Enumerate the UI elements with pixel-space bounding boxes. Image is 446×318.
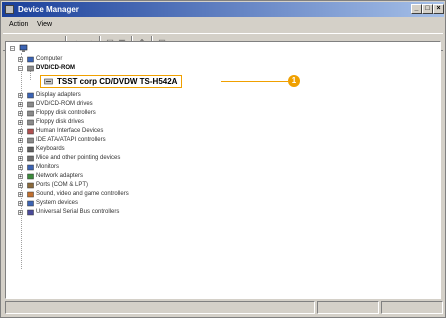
menu-view[interactable]: View xyxy=(37,21,52,28)
computer-root-icon xyxy=(19,44,28,52)
close-button[interactable]: × xyxy=(433,4,444,14)
expand-toggle[interactable]: + xyxy=(18,174,23,180)
sound-icon xyxy=(27,191,34,198)
callout-line xyxy=(221,81,288,82)
expand-toggle[interactable]: + xyxy=(18,183,23,189)
tree-item-label: System devices xyxy=(36,200,79,206)
collapse-toggle[interactable]: − xyxy=(18,66,23,72)
menu-action[interactable]: Action xyxy=(9,21,28,28)
expand-toggle[interactable]: + xyxy=(18,201,23,207)
tree-item-label: IDE ATA/ATAPI controllers xyxy=(36,137,106,143)
floppy-drive-icon xyxy=(27,119,34,126)
tree-connector xyxy=(30,71,31,80)
floppy-controller-icon xyxy=(27,110,34,117)
mouse-icon xyxy=(27,155,34,162)
highlighted-device[interactable]: TSST corp CD/DVDW TS-H542A xyxy=(40,75,183,88)
maximize-button[interactable]: □ xyxy=(422,4,433,14)
expand-toggle[interactable]: + xyxy=(18,210,23,216)
title-bar: Device Manager _ □ × xyxy=(2,2,444,17)
collapse-toggle[interactable]: − xyxy=(10,46,15,52)
ide-controller-icon xyxy=(27,137,34,144)
dvd-drive-icon xyxy=(27,101,34,108)
expand-toggle[interactable]: + xyxy=(18,156,23,162)
tree-item-label: Display adapters xyxy=(36,92,81,98)
tree-item-label: Computer xyxy=(36,56,63,62)
callout-badge: 1 xyxy=(288,75,300,87)
status-bar xyxy=(3,301,443,315)
status-panel-3 xyxy=(381,301,443,314)
tree-item-label: Monitors xyxy=(36,164,60,170)
status-panel-2 xyxy=(317,301,379,314)
expand-toggle[interactable]: + xyxy=(18,147,23,153)
tree-item-label: Human Interface Devices xyxy=(36,128,104,134)
keyboard-icon xyxy=(27,146,34,153)
device-name: TSST corp CD/DVDW TS-H542A xyxy=(57,77,178,86)
device-tree[interactable]: − + Computer − DVD/CD-ROM + Display adapters +… xyxy=(5,41,441,299)
display-adapter-icon xyxy=(27,92,34,99)
tree-item-label: Ports (COM & LPT) xyxy=(36,182,89,188)
window-title: Device Manager xyxy=(18,5,79,14)
port-icon xyxy=(27,182,34,189)
hid-icon xyxy=(27,128,34,135)
expand-toggle[interactable]: + xyxy=(18,102,23,108)
tree-item-label: Network adapters xyxy=(36,173,84,179)
expand-toggle[interactable]: + xyxy=(18,129,23,135)
device-manager-window: Device Manager _ □ × Action View ⇦ ⇨ ▤ ▦… xyxy=(0,0,446,318)
monitor-icon xyxy=(27,164,34,171)
tree-item-label: Universal Serial Bus controllers xyxy=(36,209,120,215)
minimize-button[interactable]: _ xyxy=(411,4,422,14)
tree-item-label: Sound, video and game controllers xyxy=(36,191,129,197)
computer-icon xyxy=(27,56,34,63)
expand-toggle[interactable]: + xyxy=(18,111,23,117)
tree-item-label: Mice and other pointing devices xyxy=(36,155,121,161)
device-manager-app-icon xyxy=(5,5,14,14)
expand-toggle[interactable]: + xyxy=(18,192,23,198)
tree-item-label: Keyboards xyxy=(36,146,65,152)
network-adapter-icon xyxy=(27,173,34,180)
dvd-drive-icon xyxy=(27,65,34,72)
tree-item-label: DVD/CD-ROM drives xyxy=(36,101,93,107)
expand-toggle[interactable]: + xyxy=(18,138,23,144)
menu-bar: Action View xyxy=(3,19,443,33)
status-panel-main xyxy=(5,301,315,314)
expand-toggle[interactable]: + xyxy=(18,120,23,126)
expand-toggle[interactable]: + xyxy=(18,93,23,99)
usb-icon xyxy=(27,209,34,216)
expand-toggle[interactable]: + xyxy=(18,57,23,63)
system-device-icon xyxy=(27,200,34,207)
tree-item-label: Floppy disk drives xyxy=(36,119,85,125)
tree-item-label: Floppy disk controllers xyxy=(36,110,96,116)
cd-drive-icon xyxy=(44,78,53,85)
expand-toggle[interactable]: + xyxy=(18,165,23,171)
tree-item-label: DVD/CD-ROM xyxy=(36,65,75,71)
